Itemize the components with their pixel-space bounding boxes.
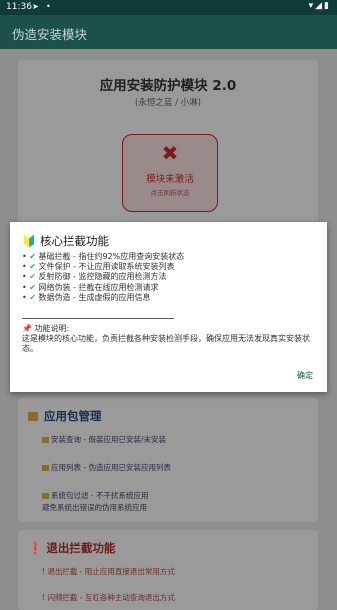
exit-interception-card: ❗ 退出拦截功能 ! 退出拦截 - 阻止应用直接退出常用方式 ! 闪频拦截 - … (18, 530, 318, 610)
package-icon (42, 465, 49, 471)
feature-item: • ✔ 反射防御 - 监控隐藏的应用检测方法 (22, 272, 167, 282)
app-title: 伪造安装模块 (12, 27, 88, 42)
exit-item: ! 闪频拦截 - 互杠各种主动查询退出方式 (42, 593, 175, 602)
package-item: 应用列表 - 伪造应用已安装应用列表 (42, 462, 171, 473)
close-icon: ✖ (161, 141, 179, 165)
feature-item: • ✔ 数据伪造 - 生成虚假的应用信息 (22, 292, 151, 302)
exclamation-icon: ❗ (28, 541, 43, 555)
feature-item: • ✔ 文件保护 - 不让应用读取系统安装列表 (22, 262, 175, 272)
feature-list: • ✔ 基础拦截 - 指住约92%应用查询安装状态 • ✔ 文件保护 - 不让应… (22, 252, 184, 303)
package-item: 安装查询 - 假装应用已安装/未安装 (42, 434, 166, 445)
status-bar: 11:36 ➤ • ▾◢▮ (0, 0, 337, 15)
module-status-hint: 点击刷新状态 (150, 189, 190, 197)
package-heading-text: 应用包管理 (44, 409, 102, 423)
shield-icon: 🔰 (22, 234, 37, 248)
dialog-title-text: 核心拦截功能 (39, 234, 109, 248)
note-heading: 功能说明: (34, 324, 70, 333)
confirm-button[interactable]: 确定 (297, 370, 313, 381)
telegram-icon: ➤ (32, 2, 39, 11)
package-item-detail: 避免系统出错误的伪用系统应用 (42, 503, 147, 512)
package-section-heading: 应用包管理 (28, 408, 102, 424)
check-icon: ✔ (29, 262, 36, 272)
status-icons: ▾◢▮ (308, 1, 331, 11)
divider (22, 318, 174, 319)
check-icon: ✔ (29, 252, 36, 261)
check-icon: ✔ (29, 292, 36, 302)
check-icon: ✔ (29, 272, 36, 282)
pin-icon: 📌 (22, 324, 32, 333)
module-status-card: 应用安装防护模块 2.0 (永恒之蓝 / 小淋) ✖ 模块未激活 点击刷新状态 (18, 60, 318, 228)
package-icon (42, 437, 49, 443)
core-features-dialog: 🔰 核心拦截功能 • ✔ 基础拦截 - 指住约92%应用查询安装状态 • ✔ 文… (10, 222, 327, 392)
module-status-label: 模块未激活 (146, 174, 194, 185)
note-body: 这是模块的核心功能，负责拦截各种安装检测手段，确保应用无法发现真实安装状态。 (22, 334, 310, 353)
exit-section-heading: ❗ 退出拦截功能 (28, 540, 115, 556)
check-icon: ✔ (29, 282, 36, 292)
exit-item: ! 退出拦截 - 阻止应用直接退出常用方式 (42, 567, 175, 576)
feature-item: • ✔ 网络伪装 - 拦截在线应用检测请求 (22, 282, 159, 292)
package-icon (42, 493, 49, 499)
exclamation-icon: ! (42, 567, 46, 576)
module-status-button[interactable]: ✖ 模块未激活 点击刷新状态 (122, 134, 218, 212)
exit-heading-text: 退出拦截功能 (46, 541, 116, 555)
notification-dot-icon: • (46, 2, 51, 11)
app-bar: 伪造安装模块 (0, 15, 337, 49)
dialog-title: 🔰 核心拦截功能 (22, 233, 109, 249)
module-title: 应用安装防护模块 2.0 (99, 78, 237, 94)
feature-item: • ✔ 基础拦截 - 指住约92%应用查询安装状态 (22, 252, 185, 261)
exclamation-icon: ! (42, 593, 46, 602)
status-time: 11:36 (6, 2, 32, 12)
module-authors: (永恒之蓝 / 小淋) (135, 98, 201, 108)
package-item: 系统包过滤 - 不干扰系统应用 (42, 490, 148, 501)
package-icon (28, 412, 38, 421)
feature-note: 📌 功能说明: 这是模块的核心功能，负责拦截各种安装检测手段，确保应用无法发现真… (22, 324, 320, 354)
package-management-card: 应用包管理 安装查询 - 假装应用已安装/未安装 应用列表 - 伪造应用已安装应… (18, 398, 318, 522)
